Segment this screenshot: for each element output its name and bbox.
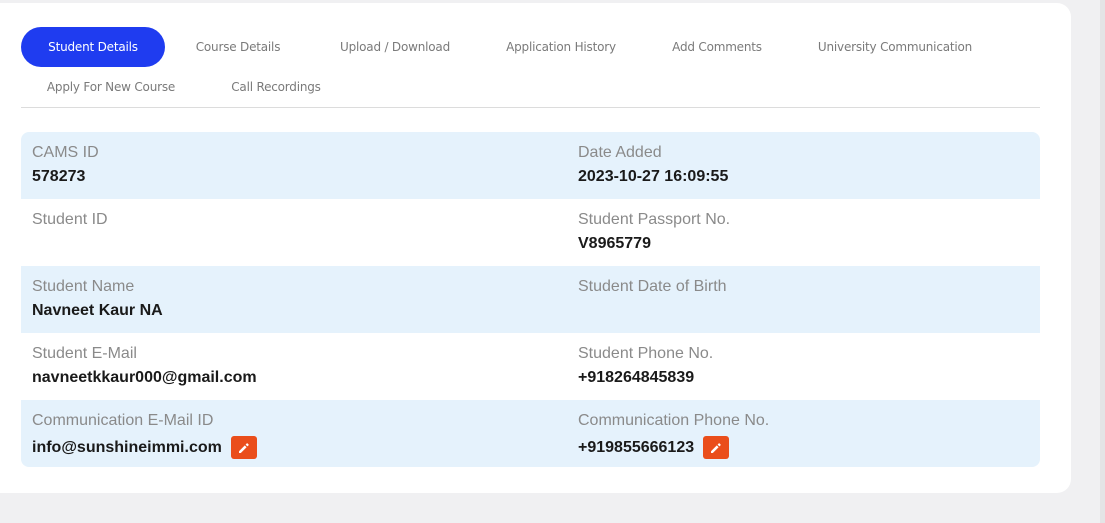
tab-call-recordings[interactable]: Call Recordings bbox=[223, 67, 329, 107]
field-value: V8965779 bbox=[578, 235, 730, 253]
detail-row: CAMS ID 578273 Date Added 2023-10-27 16:… bbox=[21, 132, 1040, 199]
details-table: CAMS ID 578273 Date Added 2023-10-27 16:… bbox=[21, 132, 1040, 467]
pencil-icon bbox=[711, 443, 721, 453]
tab-apply-for-new-course[interactable]: Apply For New Course bbox=[39, 67, 183, 107]
field-student-email: Student E-Mail navneetkkaur000@gmail.com bbox=[32, 345, 257, 387]
field-communication-phone: Communication Phone No. +919855666123 bbox=[578, 412, 769, 459]
field-value: navneetkkaur000@gmail.com bbox=[32, 369, 257, 387]
field-label: Student ID bbox=[32, 211, 108, 228]
field-value: 2023-10-27 16:09:55 bbox=[578, 168, 728, 186]
tab-upload-download[interactable]: Upload / Download bbox=[326, 27, 464, 67]
student-details-card: Student Details Course Details Upload / … bbox=[0, 3, 1071, 493]
field-value: Navneet Kaur NA bbox=[32, 302, 163, 320]
edit-communication-email-button[interactable] bbox=[230, 436, 257, 459]
field-label: Student E-Mail bbox=[32, 345, 137, 362]
field-label: Communication Phone No. bbox=[578, 412, 770, 429]
field-value: +919855666123 bbox=[578, 436, 769, 459]
date-added-value: 2023-10-27 16:09:55 bbox=[578, 168, 729, 185]
field-label: Student Name bbox=[32, 278, 135, 295]
field-communication-email: Communication E-Mail ID info@sunshineimm… bbox=[32, 412, 257, 459]
field-value: 578273 bbox=[32, 168, 99, 186]
tab-course-details[interactable]: Course Details bbox=[186, 27, 290, 67]
detail-row: Communication E-Mail ID info@sunshineimm… bbox=[21, 400, 1040, 467]
tab-divider bbox=[21, 107, 1040, 108]
field-value: info@sunshineimmi.com bbox=[32, 436, 257, 459]
field-label: Student Phone No. bbox=[578, 345, 714, 362]
detail-row: Student ID Student Passport No. V8965779 bbox=[21, 199, 1040, 266]
student-phone-value: +918264845839 bbox=[578, 369, 695, 386]
tab-application-history[interactable]: Application History bbox=[495, 27, 627, 67]
field-label: Date Added bbox=[578, 144, 662, 161]
communication-phone-value: +919855666123 bbox=[578, 438, 695, 456]
field-student-id: Student ID bbox=[32, 211, 108, 235]
field-label: CAMS ID bbox=[32, 144, 99, 161]
field-date-of-birth: Student Date of Birth bbox=[578, 278, 727, 302]
page-scrollbar[interactable] bbox=[1100, 0, 1105, 523]
edit-communication-phone-button[interactable] bbox=[703, 436, 730, 459]
tab-student-details[interactable]: Student Details bbox=[21, 27, 165, 67]
detail-row: Student E-Mail navneetkkaur000@gmail.com… bbox=[21, 333, 1040, 400]
field-label: Student Date of Birth bbox=[578, 278, 727, 295]
field-value: +918264845839 bbox=[578, 369, 713, 387]
field-student-phone: Student Phone No. +918264845839 bbox=[578, 345, 713, 387]
field-label: Student Passport No. bbox=[578, 211, 731, 228]
tab-university-communication[interactable]: University Communication bbox=[809, 27, 981, 67]
field-passport-no: Student Passport No. V8965779 bbox=[578, 211, 730, 253]
detail-row: Student Name Navneet Kaur NA Student Dat… bbox=[21, 266, 1040, 333]
student-name-value: Navneet Kaur NA bbox=[32, 302, 163, 319]
field-student-name: Student Name Navneet Kaur NA bbox=[32, 278, 163, 320]
cams-id-value: 578273 bbox=[32, 168, 86, 185]
field-label: Communication E-Mail ID bbox=[32, 412, 214, 429]
student-email-value: navneetkkaur000@gmail.com bbox=[32, 369, 257, 386]
pencil-icon bbox=[238, 443, 249, 453]
passport-no-value: V8965779 bbox=[578, 235, 651, 252]
communication-email-value: info@sunshineimmi.com bbox=[32, 438, 222, 456]
field-date-added: Date Added 2023-10-27 16:09:55 bbox=[578, 144, 728, 186]
tab-add-comments[interactable]: Add Comments bbox=[662, 27, 772, 67]
field-cams-id: CAMS ID 578273 bbox=[32, 144, 99, 186]
